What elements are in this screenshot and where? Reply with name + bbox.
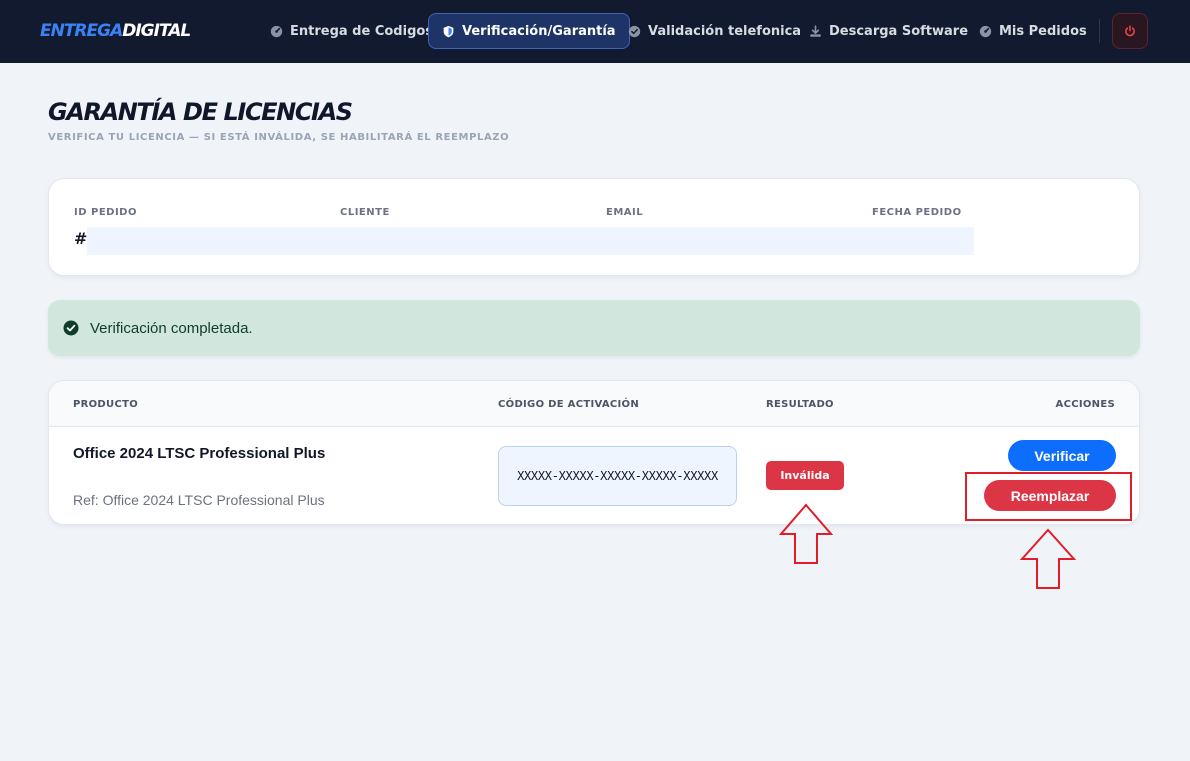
order-date-label: FECHA PEDIDO [872, 207, 962, 218]
table-header: PRODUCTO CÓDIGO DE ACTIVACIÓN RESULTADO … [49, 381, 1139, 427]
nav-item-label: Validación telefonica [648, 23, 802, 39]
nav-item-label: Mis Pedidos [999, 23, 1087, 39]
power-icon [1125, 25, 1135, 37]
order-info-card: ID PEDIDO CLIENTE EMAIL FECHA PEDIDO # [48, 178, 1140, 276]
product-ref: Ref: Office 2024 LTSC Professional Plus [73, 492, 325, 508]
nav-item-verificacion-garantia[interactable]: Verificación/Garantía [428, 13, 630, 49]
order-values-field [87, 227, 974, 255]
check-circle-icon [63, 320, 79, 336]
check-circle-icon [628, 25, 641, 37]
top-navbar: ENTREGADIGITAL Entrega de Codigos Verifi… [0, 0, 1190, 63]
brand-logo[interactable]: ENTREGADIGITAL [40, 20, 191, 42]
header-actions: ACCIONES [1055, 399, 1115, 410]
annotation-highlight-box [965, 472, 1132, 521]
alert-message: Verificación completada. [90, 319, 253, 337]
nav-divider [1099, 19, 1100, 43]
dashboard-icon [270, 25, 283, 37]
success-alert: Verificación completada. [48, 300, 1140, 356]
nav-item-validacion-telefonica[interactable]: Validación telefonica [614, 13, 815, 49]
order-client-label: CLIENTE [340, 207, 390, 218]
header-result: RESULTADO [766, 399, 834, 410]
nav-item-entrega-codigos[interactable]: Entrega de Codigos [256, 13, 447, 49]
shield-icon [443, 25, 454, 37]
annotation-arrow-up-icon [779, 503, 833, 564]
activation-code-field[interactable]: XXXXX-XXXXX-XXXXX-XXXXX-XXXXX [498, 446, 737, 506]
download-icon [810, 24, 821, 37]
verify-button[interactable]: Verificar [1008, 440, 1116, 471]
nav-item-label: Entrega de Codigos [290, 23, 434, 39]
logout-button[interactable] [1112, 13, 1148, 49]
annotation-arrow-up-icon [1020, 528, 1076, 589]
nav-item-descarga-software[interactable]: Descarga Software [795, 13, 982, 49]
nav-item-label: Verificación/Garantía [462, 23, 616, 39]
header-code: CÓDIGO DE ACTIVACIÓN [498, 399, 640, 410]
order-id-hash: # [74, 229, 88, 248]
status-badge: Inválida [766, 461, 844, 490]
nav-item-label: Descarga Software [829, 23, 969, 39]
header-product: PRODUCTO [73, 399, 139, 410]
page-subtitle: VERIFICA TU LICENCIA — SI ESTÁ INVÁLIDA,… [48, 132, 510, 143]
dashboard-icon [979, 25, 992, 37]
nav-item-mis-pedidos[interactable]: Mis Pedidos [965, 13, 1101, 49]
order-id-label: ID PEDIDO [74, 207, 137, 218]
order-email-label: EMAIL [606, 207, 644, 218]
product-name: Office 2024 LTSC Professional Plus [73, 445, 326, 462]
page-title: GARANTÍA DE LICENCIAS [48, 98, 353, 126]
